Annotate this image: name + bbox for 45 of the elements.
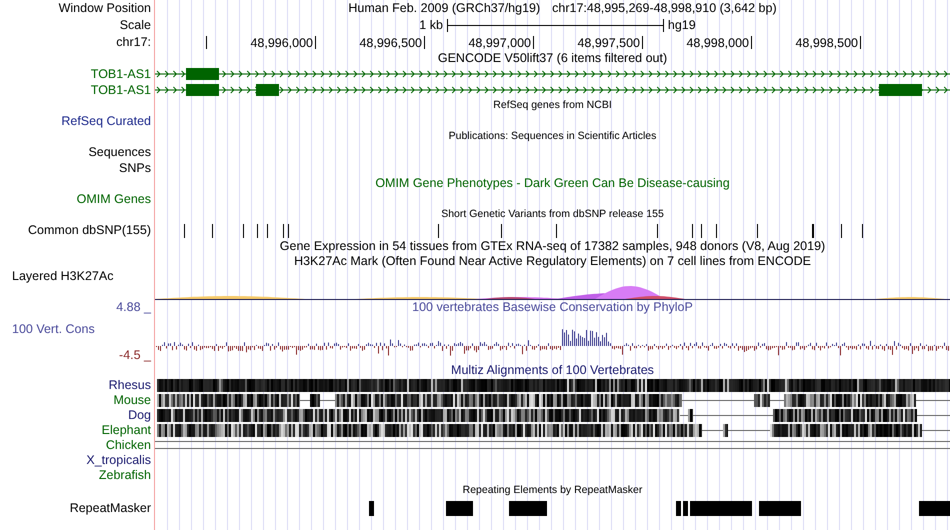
track-title: Multiz Alignments of 100 Vertebrates — [451, 364, 654, 377]
track-title: Repeating Elements by RepeatMasker — [462, 485, 642, 496]
ruler-position: 48,997,500 — [577, 37, 640, 50]
track-label[interactable]: Mouse — [113, 394, 151, 407]
track-label[interactable]: Common dbSNP(155) — [28, 224, 151, 237]
row-label: Window Position — [58, 2, 151, 15]
track-title: RefSeq genes from NCBI — [493, 100, 612, 111]
track-title: Gene Expression in 54 tissues from GTEx RNA-seq of 17382 samples, 948 donors (V8, Aug 2019) — [280, 240, 826, 253]
ruler-position: 48,996,500 — [359, 37, 422, 50]
ruler-position: 48,998,000 — [686, 37, 749, 50]
track-label[interactable]: X_tropicalis — [86, 454, 151, 467]
track-label[interactable]: Elephant — [102, 424, 151, 437]
track-label[interactable]: Layered H3K27Ac — [12, 269, 114, 283]
row-label: chr17: — [116, 36, 151, 49]
track-label[interactable]: RepeatMasker — [70, 502, 151, 514]
position-title: chr17:48,995,269-48,998,910 (3,642 bp) — [552, 2, 777, 15]
track-label[interactable]: Sequences — [88, 146, 151, 158]
track-label[interactable]: Zebrafish — [98, 469, 151, 482]
scale-bar-icon — [446, 19, 664, 32]
track-title: Publications: Sequences in Scientific Articles — [448, 131, 656, 142]
track-label[interactable]: 100 Vert. Cons — [12, 322, 95, 336]
scale-length: 1 kb — [419, 19, 443, 32]
track-label[interactable]: TOB1-AS1 — [90, 84, 151, 96]
track-label[interactable]: SNPs — [119, 162, 151, 174]
track-title: OMIM Gene Phenotypes - Dark Green Can Be Disease-causing — [375, 177, 730, 190]
track-label[interactable]: RefSeq Curated — [61, 114, 151, 128]
scale-assembly: hg19 — [668, 19, 696, 32]
ruler-position: 48,996,000 — [250, 37, 313, 50]
track-label[interactable]: Dog — [128, 409, 151, 422]
track-label[interactable]: TOB1-AS1 — [90, 68, 151, 80]
track-title: H3K27Ac Mark (Often Found Near Active Regulatory Elements) on 7 cell lines from ENCODE — [294, 255, 811, 268]
ruler-position: 48,998,500 — [795, 37, 858, 50]
track-title: 100 vertebrates Basewise Conservation by PhyloP — [412, 301, 693, 314]
track-title: Short Genetic Variants from dbSNP release 155 — [441, 209, 664, 220]
track-label[interactable]: Chicken — [106, 439, 151, 452]
track-label[interactable]: OMIM Genes — [76, 192, 151, 206]
axis-max-label: 4.88 _ — [116, 301, 152, 314]
track-label[interactable]: Rhesus — [108, 379, 151, 392]
ruler-position: 48,997,000 — [468, 37, 531, 50]
assembly-title: Human Feb. 2009 (GRCh37/hg19) — [348, 2, 540, 15]
gene-model-drawing[interactable] — [155, 84, 950, 96]
gene-model-drawing[interactable] — [155, 68, 950, 80]
row-label: Scale — [120, 19, 151, 32]
track-title: GENCODE V50lift37 (6 items filtered out) — [438, 52, 668, 65]
axis-min-label: -4.5 _ — [119, 349, 152, 362]
